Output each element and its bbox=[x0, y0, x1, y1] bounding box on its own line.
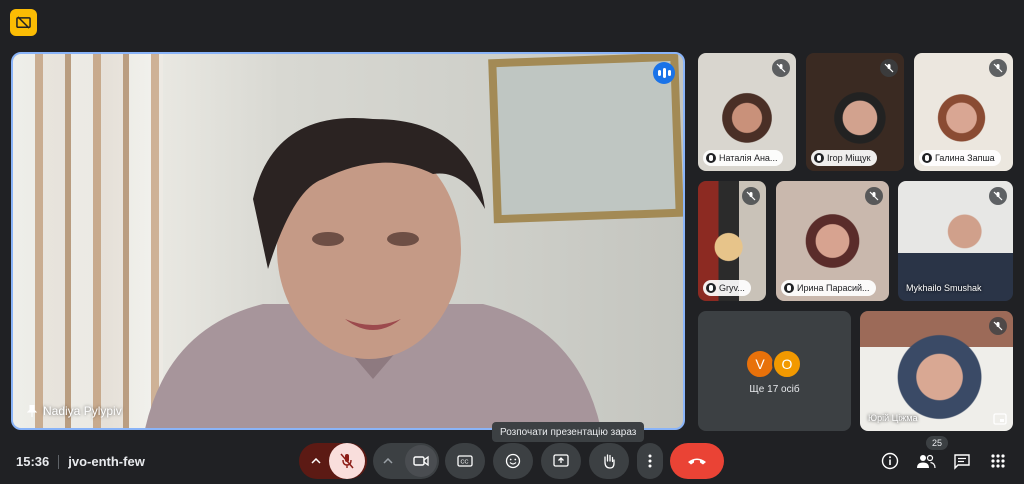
people-button[interactable] bbox=[916, 451, 936, 471]
tooltip: Розпочати презентацію зараз bbox=[492, 422, 645, 442]
presence-icon bbox=[706, 153, 716, 163]
chevron-up-icon bbox=[383, 458, 393, 464]
camera-control bbox=[373, 443, 439, 479]
divider bbox=[58, 455, 60, 469]
camera-toggle-button[interactable] bbox=[405, 445, 437, 477]
mic-off-icon bbox=[742, 187, 760, 205]
camera-icon bbox=[413, 455, 429, 467]
avatar: O bbox=[772, 349, 802, 379]
participant-tile[interactable]: Gryv... bbox=[698, 181, 766, 301]
meeting-details-button[interactable] bbox=[880, 451, 900, 471]
meeting-time: 15:36 bbox=[16, 454, 50, 469]
meeting-code: jvo-enth-few bbox=[68, 454, 145, 469]
participant-tile[interactable]: Юрій Ціжма bbox=[860, 311, 1013, 431]
self-view-icon[interactable] bbox=[993, 413, 1007, 425]
pin-icon[interactable] bbox=[27, 405, 37, 417]
leave-call-button[interactable] bbox=[670, 443, 724, 479]
presence-icon bbox=[784, 283, 794, 293]
more-participants-text: Ще 17 осіб bbox=[749, 384, 800, 395]
main-speaker-name: Nadiya Pylypiv bbox=[43, 404, 122, 418]
main-video-tile[interactable]: Nadiya Pylypiv bbox=[11, 52, 685, 430]
participant-label: Ирина Парасий... bbox=[781, 280, 876, 296]
present-button[interactable] bbox=[541, 443, 581, 479]
mic-off-icon bbox=[880, 59, 898, 77]
mic-off-icon bbox=[772, 59, 790, 77]
chat-icon bbox=[954, 453, 970, 470]
presence-icon bbox=[814, 153, 824, 163]
participant-label: Mykhailo Smushak bbox=[906, 283, 982, 293]
presence-icon bbox=[706, 283, 716, 293]
video-options-button[interactable] bbox=[373, 443, 403, 479]
mic-off-icon bbox=[340, 453, 354, 469]
participant-tile[interactable]: Галина Запша bbox=[914, 53, 1013, 171]
mic-off-icon bbox=[989, 317, 1007, 335]
svg-text:CC: CC bbox=[461, 460, 469, 466]
emoji-icon bbox=[505, 453, 521, 469]
hang-up-icon bbox=[688, 458, 706, 465]
mic-off-icon bbox=[989, 59, 1007, 77]
meeting-info: 15:36 jvo-enth-few bbox=[16, 454, 145, 469]
captions-button[interactable]: CC bbox=[445, 443, 485, 479]
raise-hand-button[interactable] bbox=[589, 443, 629, 479]
apps-grid-icon bbox=[991, 454, 1005, 468]
audio-options-button[interactable] bbox=[299, 443, 333, 479]
participant-label: Gryv... bbox=[703, 280, 751, 296]
more-vert-icon bbox=[648, 454, 652, 468]
participant-tile[interactable]: Наталія Ана... bbox=[698, 53, 796, 171]
mic-off-icon bbox=[865, 187, 883, 205]
mic-off-icon bbox=[989, 187, 1007, 205]
captions-icon: CC bbox=[457, 455, 473, 467]
present-screen-icon bbox=[553, 454, 569, 467]
speaker-video bbox=[145, 118, 601, 428]
hand-icon bbox=[604, 454, 615, 469]
more-participants-tile[interactable]: V O Ще 17 осіб bbox=[698, 311, 851, 431]
chat-button[interactable] bbox=[952, 451, 972, 471]
participant-label: Галина Запша bbox=[919, 150, 1001, 166]
people-count-badge: 25 bbox=[926, 436, 948, 450]
avatar: V bbox=[745, 349, 775, 379]
participant-tile[interactable]: Ирина Парасий... bbox=[776, 181, 889, 301]
more-options-button[interactable] bbox=[637, 443, 663, 479]
participant-label: Ігор Міщук bbox=[811, 150, 877, 166]
people-icon bbox=[917, 454, 936, 469]
mic-control bbox=[299, 443, 367, 479]
activities-button[interactable] bbox=[988, 451, 1008, 471]
speaking-indicator-icon bbox=[653, 62, 675, 84]
participant-tile[interactable]: Mykhailo Smushak bbox=[898, 181, 1013, 301]
participant-label: Наталія Ана... bbox=[703, 150, 784, 166]
participant-label: Юрій Ціжма bbox=[868, 413, 918, 423]
participant-tile[interactable]: Ігор Міщук bbox=[806, 53, 904, 171]
main-speaker-label: Nadiya Pylypiv bbox=[27, 404, 122, 418]
presence-icon bbox=[922, 153, 932, 163]
reactions-button[interactable] bbox=[493, 443, 533, 479]
chevron-up-icon bbox=[311, 458, 321, 464]
mic-toggle-button[interactable] bbox=[329, 443, 365, 479]
info-icon bbox=[881, 452, 899, 470]
presenting-badge-icon[interactable] bbox=[10, 9, 37, 36]
